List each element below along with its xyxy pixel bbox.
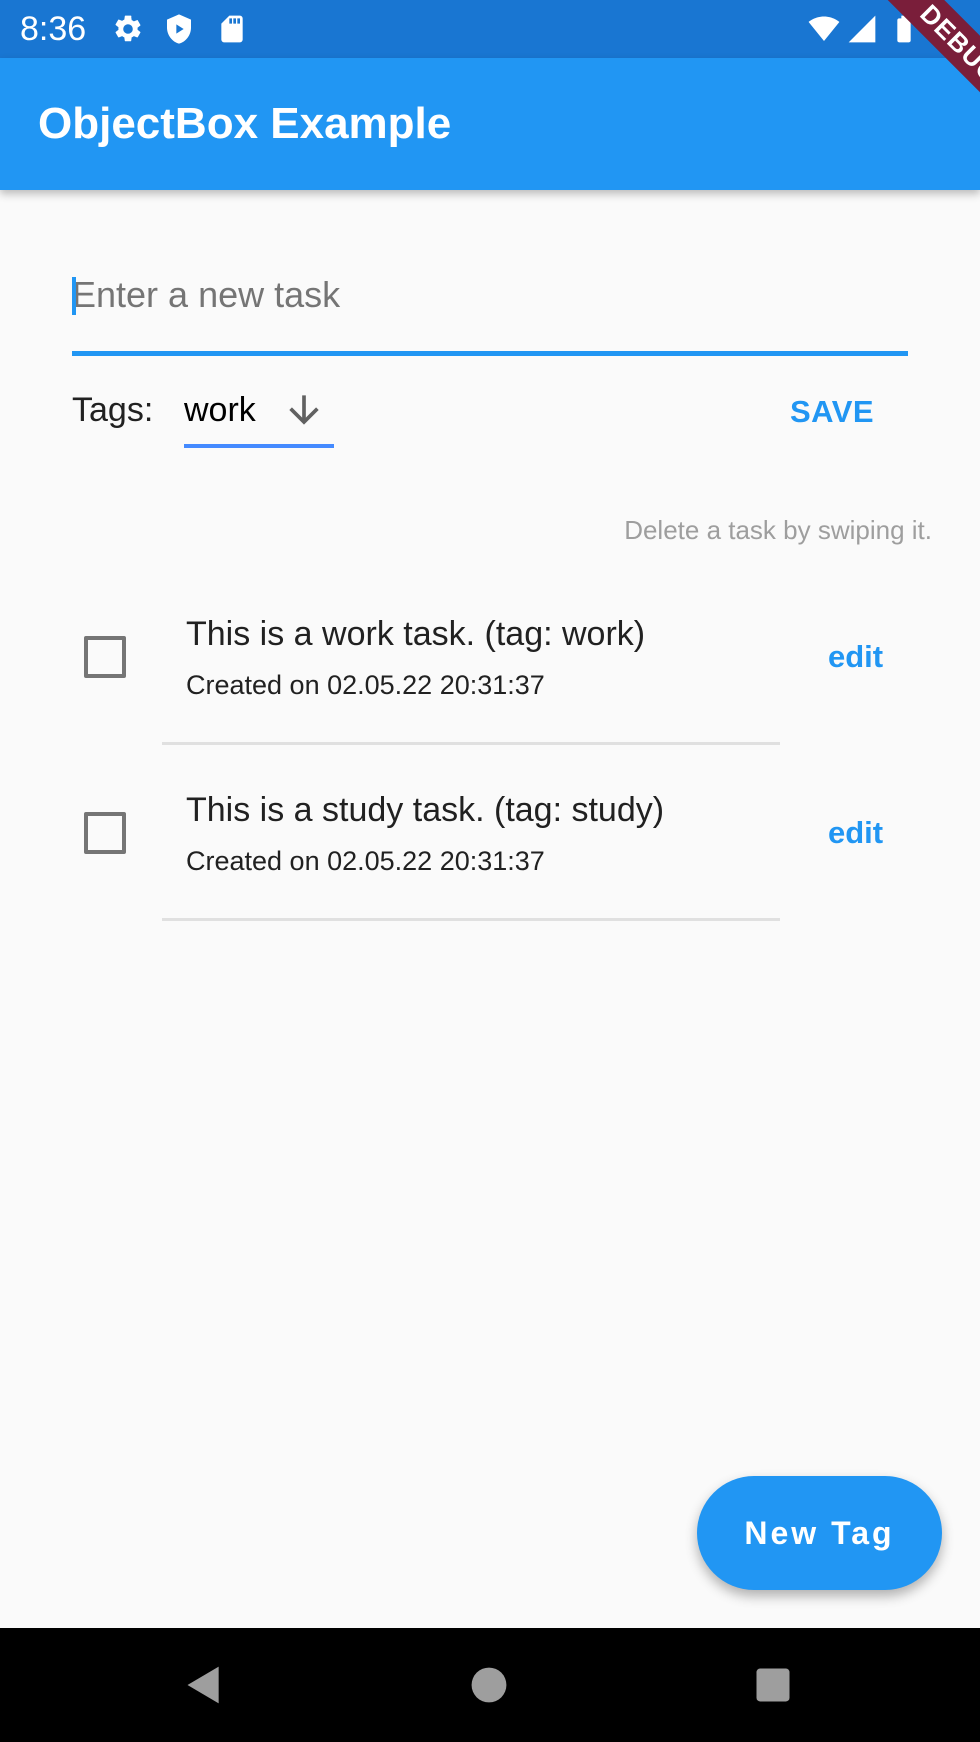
save-button[interactable]: SAVE — [768, 382, 896, 442]
edit-button[interactable]: edit — [828, 637, 883, 677]
app-bar: ObjectBox Example — [0, 58, 980, 190]
task-created-date: Created on 02.05.22 20:31:37 — [186, 670, 545, 700]
task-title: This is a work task. (tag: work) — [186, 615, 646, 653]
text-cursor — [72, 277, 76, 315]
battery-icon — [897, 15, 911, 43]
sd-card-icon — [221, 15, 243, 43]
recents-icon[interactable] — [751, 1663, 795, 1707]
status-time: 8:36 — [20, 10, 87, 48]
swipe-hint: Delete a task by swiping it. — [624, 515, 932, 545]
shield-icon — [167, 14, 191, 44]
new-tag-button[interactable]: New Tag — [697, 1476, 942, 1590]
signal-icon — [848, 15, 876, 43]
tag-dropdown[interactable]: work — [184, 380, 334, 448]
task-input-field — [72, 260, 908, 356]
divider — [162, 742, 780, 745]
task-checkbox[interactable] — [84, 636, 126, 678]
task-checkbox[interactable] — [84, 812, 126, 854]
edit-button[interactable]: edit — [828, 813, 883, 853]
arrow-down-icon — [289, 395, 319, 425]
divider — [162, 918, 780, 921]
status-bar: 8:36 — [0, 0, 980, 58]
task-input[interactable] — [72, 260, 908, 330]
list-item[interactable]: This is a work task. (tag: work) Created… — [0, 580, 980, 756]
task-title: This is a study task. (tag: study) — [186, 791, 665, 829]
gear-icon — [115, 15, 141, 42]
back-icon[interactable] — [182, 1663, 226, 1707]
home-icon[interactable] — [467, 1663, 511, 1707]
list-item[interactable]: This is a study task. (tag: study) Creat… — [0, 756, 980, 932]
page-title: ObjectBox Example — [38, 99, 452, 148]
selected-tag: work — [184, 391, 256, 429]
task-list: This is a work task. (tag: work) Created… — [0, 580, 980, 932]
task-created-date: Created on 02.05.22 20:31:37 — [186, 846, 545, 876]
tags-label: Tags: — [72, 391, 154, 429]
wifi-icon — [808, 16, 840, 41]
navigation-bar — [0, 1628, 980, 1742]
